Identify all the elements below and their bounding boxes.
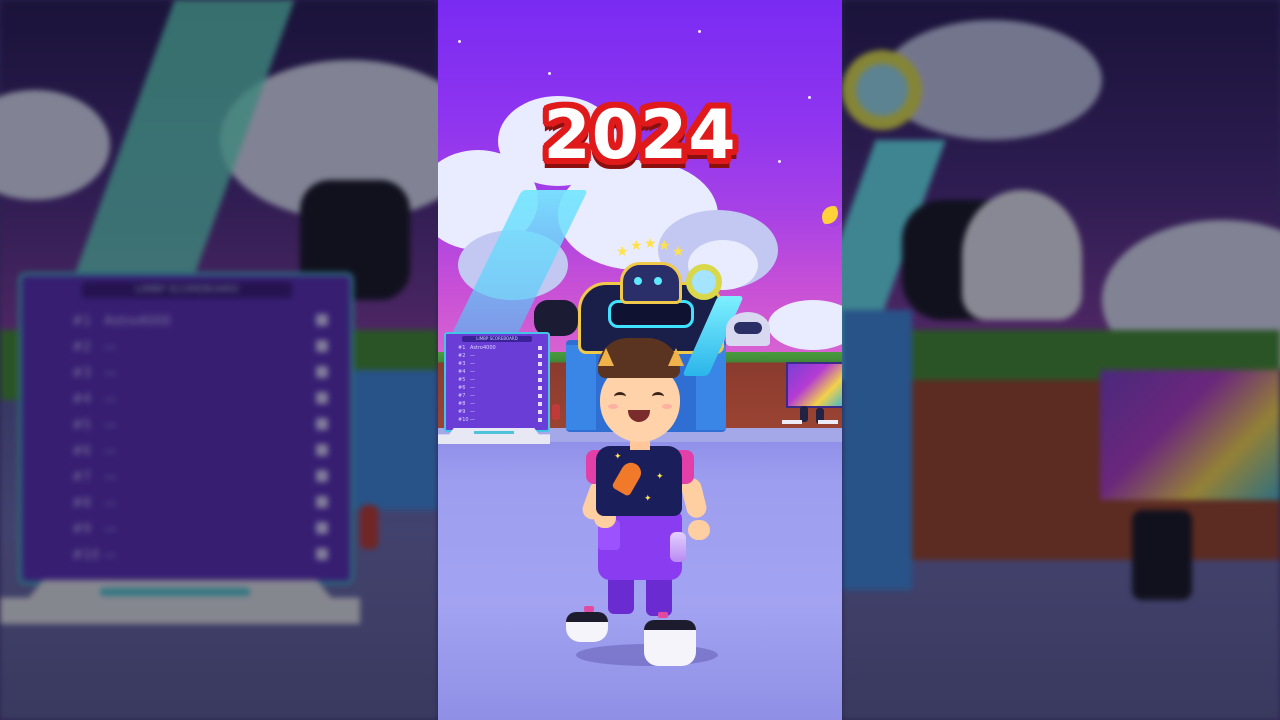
thumbs-up-icon: [316, 548, 328, 560]
thumbs-up-icon: [316, 496, 328, 508]
thumbs-up-icon: [316, 444, 328, 456]
game-viewport: ★ ★ ★ ★ ★ LIMBP SCOREBOARD #1 Astro4000 #…: [438, 0, 842, 720]
scoreboard-large-blurred: LIMBP SCOREBOARD #1 Astro4000 #2— #3— #4—…: [18, 272, 354, 585]
thumbs-up-icon: [316, 340, 328, 352]
cat-ear-left: [598, 348, 614, 366]
thumbs-up-icon: [316, 418, 328, 430]
scoreboard-row: #5—: [42, 418, 332, 442]
scoreboard-row: #4—: [42, 392, 332, 416]
scoreboard-title: LIMBP SCOREBOARD: [82, 282, 292, 298]
scoreboard-row: #8—: [42, 496, 332, 520]
scoreboard-row: #9—: [42, 522, 332, 546]
thumbs-up-icon: [316, 470, 328, 482]
scoreboard-row: #6—: [42, 444, 332, 468]
blurred-background-left: LIMBP SCOREBOARD #1 Astro4000 #2— #3— #4—…: [0, 0, 438, 720]
thumbs-up-icon: [316, 522, 328, 534]
left-sneaker: [566, 612, 608, 642]
year-title: 2024: [543, 96, 737, 175]
scoreboard-row: #1 Astro4000: [42, 314, 332, 338]
thumbs-up-icon: [316, 314, 328, 326]
blurred-background-right: [842, 0, 1280, 720]
scoreboard-row: #2—: [42, 340, 332, 364]
thumbs-up-icon: [316, 392, 328, 404]
scoreboard-row: #7—: [42, 470, 332, 494]
scoreboard-row: #3—: [42, 366, 332, 390]
right-sneaker: [644, 620, 696, 666]
video-frame: LIMBP SCOREBOARD #1 Astro4000 #2— #3— #4—…: [0, 0, 1280, 720]
thumbs-up-icon: [316, 366, 328, 378]
cat-ear-right: [668, 348, 684, 366]
scoreboard-row: #10—: [42, 548, 332, 572]
